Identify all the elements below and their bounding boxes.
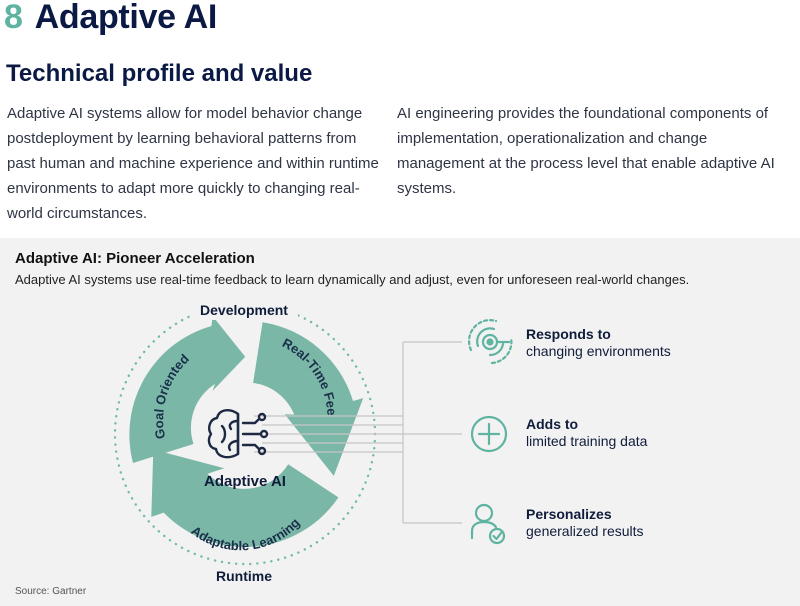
benefit-adds: Adds to limited training data — [526, 416, 647, 450]
goal-oriented-arrow — [129, 316, 246, 463]
section-subtitle: Technical profile and value — [6, 60, 313, 87]
page-heading: 8 Adaptive AI — [4, 0, 217, 37]
benefit-title: Responds to — [526, 326, 611, 342]
section-number: 8 — [4, 0, 23, 36]
real-time-feedback-arrow — [253, 322, 364, 476]
benefit-detail: limited training data — [526, 433, 648, 449]
benefit-title: Adds to — [526, 416, 579, 432]
diagram-panel: Adaptive AI: Pioneer Acceleration Adapti… — [0, 238, 800, 606]
benefit-responds: Responds to changing environments — [526, 326, 671, 360]
runtime-label: Runtime — [216, 568, 272, 584]
plus-circle-icon — [470, 415, 508, 453]
benefit-detail: changing environments — [526, 343, 671, 359]
section-title: Adaptive AI — [34, 0, 218, 36]
target-signal-icon — [468, 319, 513, 365]
body-text-right: AI engineering provides the foundational… — [397, 105, 775, 197]
benefit-title: Personalizes — [526, 506, 612, 522]
benefit-detail: generalized results — [526, 523, 644, 539]
adaptive-ai-diagram: Real-Time Feedback Adaptable Learning Go… — [0, 238, 513, 585]
adaptable-learning-arrow — [151, 449, 339, 547]
person-check-icon — [470, 503, 506, 545]
source-note: Source: Gartner — [15, 586, 87, 597]
development-label: Development — [200, 302, 288, 318]
brain-circuit-icon — [207, 409, 269, 459]
body-text-left: Adaptive AI systems allow for model beha… — [7, 105, 379, 222]
adaptive-ai-center-label: Adaptive AI — [204, 473, 286, 490]
benefit-personalizes: Personalizes generalized results — [526, 506, 644, 540]
